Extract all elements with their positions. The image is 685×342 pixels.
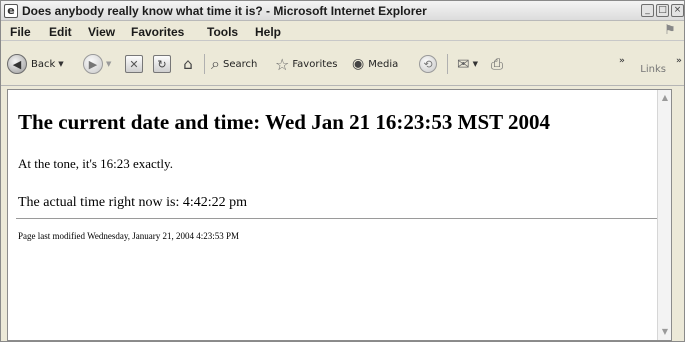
- toolbar-overflow-chevron-icon[interactable]: »: [619, 56, 625, 66]
- refresh-icon: ↻: [153, 55, 171, 73]
- menu-help[interactable]: Help: [255, 25, 281, 39]
- scroll-up-icon[interactable]: ▲: [659, 92, 671, 104]
- search-button[interactable]: ⌕ Search: [211, 53, 257, 75]
- menu-file[interactable]: File: [10, 25, 31, 39]
- menu-view[interactable]: View: [88, 25, 115, 39]
- media-button[interactable]: ◉ Media: [352, 53, 398, 75]
- title-bar[interactable]: e Does anybody really know what time it …: [1, 1, 684, 21]
- last-modified-text: Page last modified Wednesday, January 21…: [18, 231, 239, 241]
- history-icon: ⟲: [419, 55, 437, 73]
- toolbar-separator: [447, 54, 448, 74]
- forward-icon: ▶: [83, 54, 103, 74]
- print-icon: ⎙: [491, 55, 504, 73]
- mail-button[interactable]: ✉ ▼: [457, 53, 478, 75]
- toolbar: ◀ Back ▼ ▶ ▼ ✕ ↻ ⌂ ⌕ Search ☆ Favorites …: [1, 42, 684, 86]
- links-overflow-chevron-icon[interactable]: »: [676, 56, 682, 66]
- windows-logo-icon: ⚑: [664, 23, 676, 38]
- back-label: Back: [31, 58, 56, 70]
- favorites-label: Favorites: [292, 58, 338, 70]
- search-icon: ⌕: [211, 54, 220, 73]
- links-label[interactable]: Links: [640, 64, 666, 75]
- browser-window: e Does anybody really know what time it …: [0, 0, 685, 342]
- tone-text: At the tone, it's 16:23 exactly.: [18, 156, 173, 171]
- stop-icon: ✕: [125, 55, 143, 73]
- web-page: The current date and time: Wed Jan 21 16…: [8, 90, 671, 340]
- search-label: Search: [222, 58, 258, 70]
- minimize-icon[interactable]: _: [641, 4, 654, 17]
- mail-icon: ✉: [457, 55, 470, 73]
- refresh-button[interactable]: ↻: [153, 53, 171, 75]
- chevron-down-icon[interactable]: ▼: [58, 60, 63, 68]
- menu-bar: File Edit View Favorites Tools Help ⚑: [1, 22, 684, 41]
- toolbar-separator: [204, 54, 205, 74]
- vertical-scrollbar[interactable]: ▲ ▼: [657, 90, 671, 340]
- menu-edit[interactable]: Edit: [49, 25, 72, 39]
- forward-button[interactable]: ▶ ▼: [83, 53, 111, 75]
- print-button[interactable]: ⎙: [491, 53, 503, 75]
- stop-button[interactable]: ✕: [125, 53, 143, 75]
- scroll-down-icon[interactable]: ▼: [659, 326, 671, 338]
- close-icon[interactable]: ×: [671, 4, 684, 17]
- media-icon: ◉: [352, 56, 365, 72]
- back-icon: ◀: [7, 54, 27, 74]
- favorites-button[interactable]: ☆ Favorites: [275, 53, 338, 75]
- page-heading: The current date and time: Wed Jan 21 16…: [18, 110, 551, 134]
- page-viewport: The current date and time: Wed Jan 21 16…: [7, 89, 672, 341]
- back-button[interactable]: ◀ Back ▼: [7, 53, 64, 75]
- chevron-down-icon[interactable]: ▼: [473, 60, 478, 68]
- history-button[interactable]: ⟲: [419, 53, 437, 75]
- divider: [16, 218, 662, 219]
- menu-tools[interactable]: Tools: [207, 25, 238, 39]
- chevron-down-icon[interactable]: ▼: [106, 60, 111, 68]
- menu-favorites[interactable]: Favorites: [131, 25, 184, 39]
- media-label: Media: [368, 58, 399, 70]
- window-title: Does anybody really know what time it is…: [22, 4, 427, 18]
- internet-explorer-icon: e: [4, 4, 18, 18]
- actual-time-text: The actual time right now is: 4:42:22 pm: [18, 195, 248, 210]
- home-button[interactable]: ⌂: [179, 53, 197, 75]
- favorites-star-icon: ☆: [275, 54, 290, 74]
- home-icon: ⌂: [183, 55, 193, 73]
- maximize-icon[interactable]: □: [656, 4, 669, 17]
